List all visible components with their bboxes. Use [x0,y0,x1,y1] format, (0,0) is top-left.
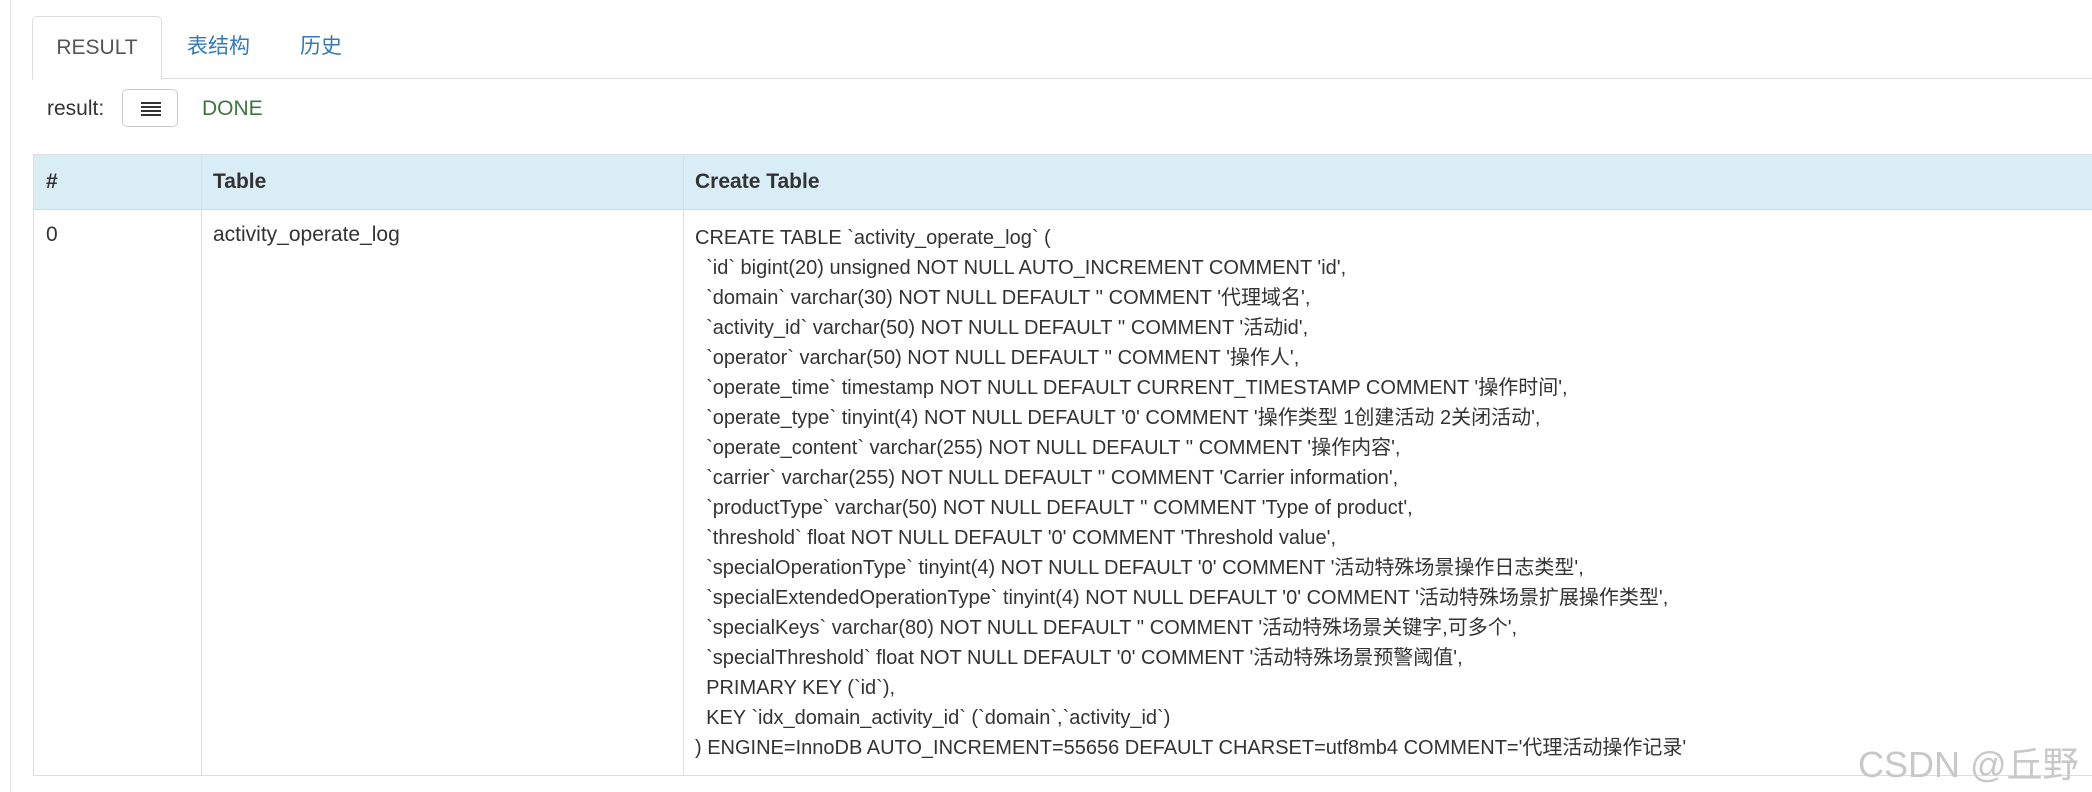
tab-table-structure[interactable]: 表结构 [187,16,250,78]
tab-history[interactable]: 历史 [300,16,342,78]
column-divider [201,155,202,775]
result-tabs: RESULT 表结构 历史 [32,16,2092,80]
list-icon [141,102,161,116]
header-table: Table [213,170,267,193]
column-divider [683,155,684,775]
page-left-border [10,0,11,792]
tab-result[interactable]: RESULT [32,16,162,80]
row-index: 0 [46,223,58,246]
row-table-name: activity_operate_log [213,223,400,246]
table-header: # Table Create Table [34,155,2092,210]
watermark: CSDN @丘野 [1858,744,2079,785]
header-create-table: Create Table [695,170,820,193]
result-label: result: [47,97,105,120]
status-text: DONE [202,97,263,120]
result-menu-button[interactable] [122,89,178,127]
header-index: # [46,170,58,193]
result-table: # Table Create Table 0 activity_operate_… [33,154,2092,776]
create-table-sql: CREATE TABLE `activity_operate_log` ( `i… [695,227,1687,759]
